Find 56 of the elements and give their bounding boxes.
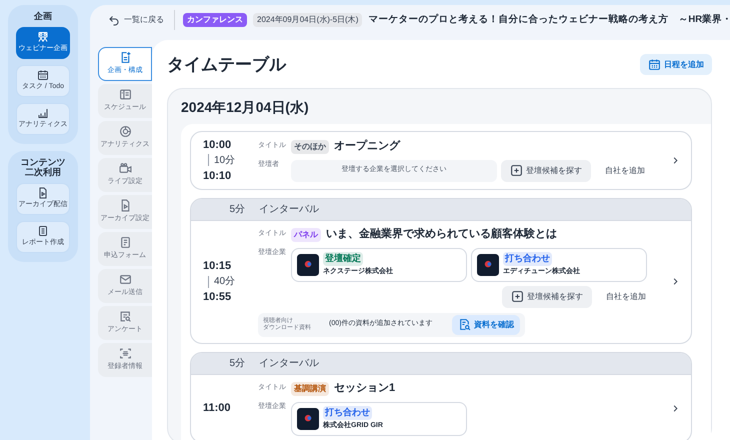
company-logo-icon — [297, 408, 319, 430]
add-document-icon — [118, 51, 132, 64]
session-duration: 40分 — [214, 275, 236, 289]
scan-icon — [118, 347, 132, 360]
survey-icon — [118, 310, 132, 324]
find-speaker-button[interactable]: 登壇候補を探す — [501, 160, 591, 182]
interval-duration: 5分 — [228, 356, 245, 370]
end-time: 10:55 — [203, 290, 232, 304]
company-logo-icon — [477, 254, 499, 276]
calendar-icon — [648, 58, 661, 72]
session-title: いま、金融業界で求められている顧客体験とは — [326, 226, 557, 242]
start-time: 10:15 — [203, 259, 232, 273]
bar-chart-icon — [37, 107, 49, 120]
add-own-company-link[interactable]: 自社を追加 — [606, 290, 646, 302]
plus-icon — [510, 164, 523, 177]
end-time: 10:10 — [203, 168, 232, 182]
check-materials-button[interactable]: 資料を確認 — [452, 314, 520, 334]
video-file-icon — [37, 187, 49, 200]
section-title: コンテンツ二次利用 — [20, 157, 66, 177]
session-title: オープニング — [334, 138, 400, 154]
calendar-icon — [37, 69, 49, 82]
camera-icon — [118, 162, 132, 176]
add-own-company-link[interactable]: 自社を追加 — [605, 164, 645, 176]
document-icon — [37, 225, 49, 238]
event-date: 2024年09月04日(水)-5日(木) — [253, 13, 362, 27]
start-time: 11:00 — [203, 401, 232, 415]
back-arrow-icon — [108, 14, 120, 26]
interval-duration: 5分 — [228, 202, 245, 216]
status-tag: 打ち合わせ — [503, 252, 552, 266]
session-tag: 基調講演 — [291, 382, 329, 396]
analytics-icon — [118, 125, 132, 138]
category-badge: カンファレンス — [183, 13, 247, 27]
session-tag: パネル — [291, 228, 321, 242]
schedule-icon — [118, 88, 132, 102]
video-file-icon — [118, 199, 132, 212]
company-logo-icon — [297, 254, 319, 276]
plus-icon — [511, 290, 524, 303]
back-link[interactable]: 一覧に戻る — [108, 10, 175, 30]
add-schedule-button[interactable]: 日程を追加 — [640, 54, 712, 76]
session-title: セッション1 — [334, 381, 396, 396]
document-search-icon — [458, 318, 471, 331]
status-tag: 打ち合わせ — [323, 406, 372, 420]
session-duration: 10分 — [214, 154, 236, 168]
interval-label: インターバル — [259, 356, 319, 370]
session-tag: そのほか — [291, 140, 329, 154]
find-speaker-button[interactable]: 登壇候補を探す — [502, 286, 592, 308]
status-tag: 登壇確定 — [323, 252, 363, 266]
people-icon — [37, 31, 49, 44]
day-date: 2024年12月04日(水) — [181, 98, 310, 117]
start-time: 10:00 — [203, 138, 232, 152]
section-title: 企画 — [32, 11, 53, 21]
interval-label: インターバル — [259, 202, 319, 216]
form-icon — [118, 236, 132, 250]
mail-icon — [118, 273, 132, 286]
page-title: タイムテーブル — [167, 54, 286, 76]
event-title: マーケターのプロと考える！自分に合ったウェビナー戦略の考え方 ～HR業界・ — [368, 12, 730, 27]
